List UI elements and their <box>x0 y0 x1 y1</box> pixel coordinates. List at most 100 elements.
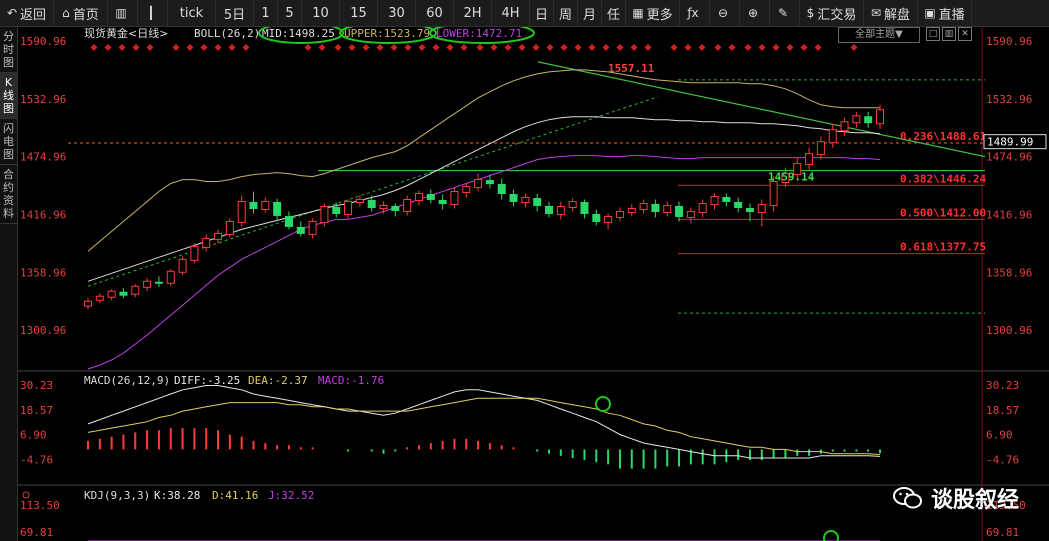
watermark-text: 谈股叙经 <box>930 488 1019 513</box>
boll-label: BOLL(26,2) <box>194 27 260 40</box>
toolbar-item-7[interactable]: 5 <box>278 0 302 26</box>
toolbar-item-20[interactable]: ⊖ <box>710 0 740 26</box>
event-marker <box>490 43 498 52</box>
toolbar-item-label: 30 <box>388 5 405 21</box>
candle <box>273 198 282 220</box>
zoom-in-icon: ⊕ <box>747 6 759 20</box>
toolbar-item-9[interactable]: 15 <box>340 0 378 26</box>
candle <box>95 293 104 304</box>
toolbar-item-22[interactable]: ✎ <box>770 0 800 26</box>
wechat-icon <box>892 487 922 509</box>
event-marker <box>518 43 526 52</box>
toolbar-item-label: 60 <box>426 5 443 21</box>
toolbar-item-2[interactable]: ▥ <box>108 0 138 26</box>
toolbar-item-12[interactable]: 2H <box>454 0 492 26</box>
right-y-tick: 1416.96 <box>986 208 1032 221</box>
macd-right-y-tick: 6.90 <box>986 429 1013 442</box>
side-tab-3[interactable]: 合约资料 <box>0 165 17 224</box>
left-y-tick: 1590.96 <box>20 35 66 48</box>
candle <box>474 173 483 192</box>
toolbar-item-10[interactable]: 30 <box>378 0 416 26</box>
right-y-tick: 1532.96 <box>986 93 1032 106</box>
highlight-circle <box>823 530 839 541</box>
candle-body <box>367 199 376 208</box>
side-tab-1[interactable]: K线图 <box>0 73 17 119</box>
candle-body <box>237 200 246 223</box>
toolbar-item-24[interactable]: ✉ 解盘 <box>864 0 918 26</box>
candle <box>214 229 223 244</box>
watermark: 谈股叙经 <box>892 482 1019 514</box>
candle-body <box>119 291 128 296</box>
candle <box>556 201 565 220</box>
candle-body <box>426 194 435 200</box>
toolbar-item-label: 4H <box>501 5 520 21</box>
toolbar-item-8[interactable]: 10 <box>302 0 340 26</box>
candle-body <box>876 109 884 125</box>
candle-body <box>521 197 530 203</box>
candle-body <box>379 204 388 209</box>
macd-right-y-tick: -4.76 <box>986 454 1019 467</box>
candle <box>509 189 518 207</box>
candle-body <box>332 206 341 214</box>
toolbar-item-0[interactable]: ↶ 返回 <box>0 0 54 26</box>
highlight-circle <box>595 396 611 412</box>
side-tab-2[interactable]: 闪电图 <box>0 119 17 165</box>
toolbar-item-5[interactable]: 5日 <box>216 0 254 26</box>
price-chart[interactable]: 1590.96 1590.96 1532.96 1532.96 1474.96 1474.… <box>18 27 1049 541</box>
bar-chart-icon: ▥ <box>115 6 127 20</box>
toolbar-item-19[interactable]: ƒx <box>680 0 710 26</box>
event-marker <box>242 43 250 52</box>
toolbar-item-3[interactable]: ┃ <box>138 0 168 26</box>
candle-body <box>462 186 471 194</box>
candle <box>592 209 601 226</box>
toolbar-item-1[interactable]: ⌂ 首页 <box>54 0 108 26</box>
event-marker <box>744 43 752 52</box>
toolbar-item-25[interactable]: ▣ 直播 <box>918 0 972 26</box>
candle <box>284 211 293 230</box>
uptrend-dashed-line <box>87 96 659 287</box>
toolbar-item-23[interactable]: $ 汇交易 <box>800 0 864 26</box>
event-marker <box>432 43 440 52</box>
candle <box>627 204 636 217</box>
event-marker <box>644 43 652 52</box>
event-marker <box>446 43 454 52</box>
side-tab-0[interactable]: 分时图 <box>0 27 17 73</box>
toolbar-item-15[interactable]: 周 <box>554 0 578 26</box>
candle-body <box>509 194 518 202</box>
macd-title: MACD(26,12,9) <box>84 374 170 387</box>
candle-body <box>722 197 731 202</box>
candle <box>533 193 542 212</box>
event-marker <box>390 43 398 52</box>
candle-body <box>604 215 613 223</box>
event-marker <box>146 43 154 52</box>
kdj-left-y-tick: 113.50 <box>20 499 60 512</box>
event-marker <box>304 43 312 52</box>
candle-body <box>615 210 624 218</box>
candle-body <box>450 191 459 205</box>
candle <box>651 199 660 218</box>
toolbar-item-4[interactable]: tick <box>168 0 216 26</box>
candle <box>604 213 613 230</box>
candle <box>403 195 412 216</box>
event-marker <box>200 43 208 52</box>
zoom-out-icon: ⊖ <box>717 6 729 20</box>
toolbar-item-13[interactable]: 4H <box>492 0 530 26</box>
toolbar-item-18[interactable]: ▦ 更多 <box>626 0 680 26</box>
candle-body <box>438 199 447 204</box>
toolbar-item-label: 2H <box>463 5 482 21</box>
toolbar-item-21[interactable]: ⊕ <box>740 0 770 26</box>
low-price-label: 1459.14 <box>768 171 815 184</box>
left-y-tick: 1416.96 <box>20 208 66 221</box>
candle-body <box>95 295 104 301</box>
toolbar-item-label: 5日 <box>223 7 246 23</box>
toolbar-item-14[interactable]: 日 <box>530 0 554 26</box>
toolbar-item-16[interactable]: 月 <box>578 0 602 26</box>
toolbar-item-11[interactable]: 60 <box>416 0 454 26</box>
toolbar-item-6[interactable]: 1 <box>254 0 278 26</box>
kdj-title: KDJ(9,3,3) <box>84 489 150 502</box>
candle-body <box>745 207 754 212</box>
candle-body <box>805 153 814 166</box>
event-marker <box>758 43 766 52</box>
toolbar-item-17[interactable]: 任 <box>602 0 626 26</box>
candle-body <box>710 196 719 205</box>
